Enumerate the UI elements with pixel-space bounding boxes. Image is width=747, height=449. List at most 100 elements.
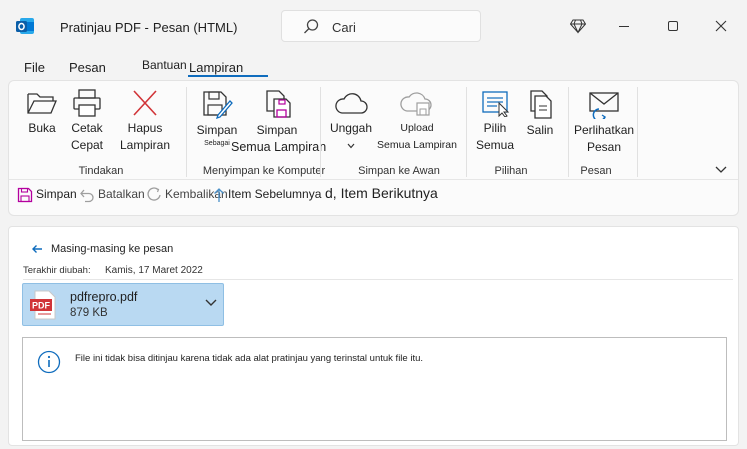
collapse-ribbon-button[interactable] <box>715 161 731 175</box>
chevron-down-icon <box>715 166 727 173</box>
remove-attachment-button[interactable]: Hapus Lampiran <box>117 89 173 154</box>
chevron-down-icon[interactable] <box>205 299 217 307</box>
maximize-icon <box>668 21 678 31</box>
pdf-badge-text: PDF <box>32 301 51 311</box>
save-all-icon <box>266 90 291 118</box>
qat-next-label: d, Item Berikutnya <box>325 185 438 201</box>
pdf-file-icon: PDF <box>30 290 56 320</box>
close-icon <box>715 20 727 32</box>
group-save-computer-label: Menyimpan ke Komputer <box>202 165 326 177</box>
show-message-label-1: Perlihatkan <box>574 123 635 137</box>
menu-bar: File Pesan Bantuan Lampiran <box>0 52 747 78</box>
qat-next-item-button[interactable]: d, Item Berikutnya <box>325 185 438 201</box>
folder-open-icon <box>27 93 57 114</box>
copy-icon <box>530 90 552 119</box>
qat-previous-label: Item Sebelumnya <box>228 187 322 202</box>
search-placeholder: Cari <box>332 20 356 35</box>
back-to-message-label: Masing-masing ke pesan <box>51 243 174 255</box>
info-icon <box>37 350 61 374</box>
arrow-up-icon <box>214 188 224 202</box>
save-icon <box>17 187 33 203</box>
select-all-label-1: Pilih <box>483 121 507 135</box>
attachment-size: 879 KB <box>70 307 108 319</box>
back-to-message-link[interactable]: Masing-masing ke pesan <box>31 243 173 255</box>
group-save-cloud-label: Simpan ke Awan <box>358 165 440 177</box>
select-all-button[interactable]: Pilih Semua <box>475 89 515 154</box>
qat-save-label: Simpan <box>36 187 77 202</box>
save-all-label-2: Semua Lampiran <box>231 140 327 154</box>
active-tab-indicator <box>188 75 268 77</box>
menu-attachments[interactable]: Lampiran <box>189 60 243 75</box>
copy-button[interactable]: Salin <box>523 89 557 139</box>
upload-button[interactable]: Unggah <box>329 89 373 154</box>
ribbon-divider <box>637 87 638 177</box>
quick-access-divider <box>9 179 738 180</box>
cloud-save-icon <box>400 92 432 116</box>
maximize-button[interactable] <box>661 14 685 38</box>
last-modified-value: Kamis, 17 Maret 2022 <box>105 265 203 276</box>
qat-undo-button[interactable]: Batalkan <box>79 187 145 203</box>
ribbon-divider <box>568 87 569 177</box>
minimize-icon <box>619 26 629 27</box>
copy-label: Salin <box>526 123 554 137</box>
show-message-label-2: Pesan <box>586 140 622 154</box>
window-title: Pratinjau PDF - Pesan (HTML) <box>60 20 237 35</box>
minimize-button[interactable] <box>612 14 636 38</box>
reading-pane: Masing-masing ke pesan Terakhir diubah: … <box>8 226 739 446</box>
cloud-icon <box>335 93 368 114</box>
remove-label-1: Hapus <box>127 121 163 135</box>
upload-all-label-1: Upload <box>400 122 434 134</box>
quick-print-label-2: Cepat <box>70 138 104 152</box>
quick-print-label-1: Cetak <box>71 121 103 135</box>
group-selection-label: Pilihan <box>494 165 528 177</box>
upload-label: Unggah <box>329 121 373 135</box>
ribbon-divider <box>320 87 321 177</box>
ribbon: Buka Cetak Cepat Hapus Lampiran Tindakan… <box>8 80 739 216</box>
qat-save-button[interactable]: Simpan <box>17 187 77 203</box>
save-as-icon <box>203 91 233 119</box>
select-all-label-2: Semua <box>475 138 515 152</box>
preview-notice: File ini tidak bisa ditinjau karena tida… <box>22 337 727 441</box>
menu-message[interactable]: Pesan <box>69 60 106 75</box>
upload-all-label-2: Semua Lampiran <box>377 139 457 151</box>
quick-print-button[interactable]: Cetak Cepat <box>69 89 105 154</box>
menu-help[interactable]: Bantuan <box>142 58 187 72</box>
qat-previous-item-button[interactable]: Item Sebelumnya <box>213 187 321 203</box>
group-message-label: Pesan <box>580 165 612 177</box>
message-envelope-icon <box>589 92 619 119</box>
premium-diamond-button[interactable] <box>566 14 590 38</box>
save-all-label-1: Simpan <box>256 123 298 137</box>
redo-icon <box>147 187 161 201</box>
select-all-icon <box>482 91 510 117</box>
title-bar: Pratinjau PDF - Pesan (HTML) Cari <box>0 0 747 52</box>
outlook-app-icon <box>16 18 34 34</box>
printer-icon <box>73 89 101 117</box>
menu-file[interactable]: File <box>24 60 45 75</box>
undo-icon <box>80 189 94 203</box>
chevron-down-icon <box>347 143 355 149</box>
save-all-attachments-button[interactable]: Simpan Semua Lampiran <box>231 89 327 156</box>
search-input[interactable]: Cari <box>281 10 481 42</box>
attachment-card[interactable]: PDF pdfrepro.pdf 879 KB <box>22 283 224 326</box>
save-as-label-2: Sebagai <box>204 140 230 147</box>
preview-notice-text: File ini tidak bisa ditinjau karena tida… <box>75 353 424 364</box>
attachment-name: pdfrepro.pdf <box>70 290 138 304</box>
header-divider <box>23 279 733 280</box>
qat-undo-label: Batalkan <box>98 187 145 202</box>
remove-x-icon <box>133 90 157 116</box>
group-actions-label: Tindakan <box>78 165 124 177</box>
open-label: Buka <box>28 121 56 135</box>
last-modified-label: Terakhir diubah: <box>23 265 91 276</box>
upload-all-attachments-button[interactable]: Upload Semua Lampiran <box>375 89 459 154</box>
diamond-icon <box>570 19 586 34</box>
window-title-part1: Pratinjau PDF - <box>60 20 149 35</box>
arrow-left-icon <box>32 245 42 254</box>
search-icon <box>304 19 319 34</box>
show-message-button[interactable]: Perlihatkan Pesan <box>574 89 634 156</box>
ribbon-divider <box>186 87 187 177</box>
remove-label-2: Lampiran <box>119 138 171 152</box>
close-button[interactable] <box>709 14 733 38</box>
open-button[interactable]: Buka <box>23 89 61 137</box>
ribbon-divider <box>466 87 467 177</box>
window-title-part2: Pesan (HTML) <box>152 20 238 35</box>
